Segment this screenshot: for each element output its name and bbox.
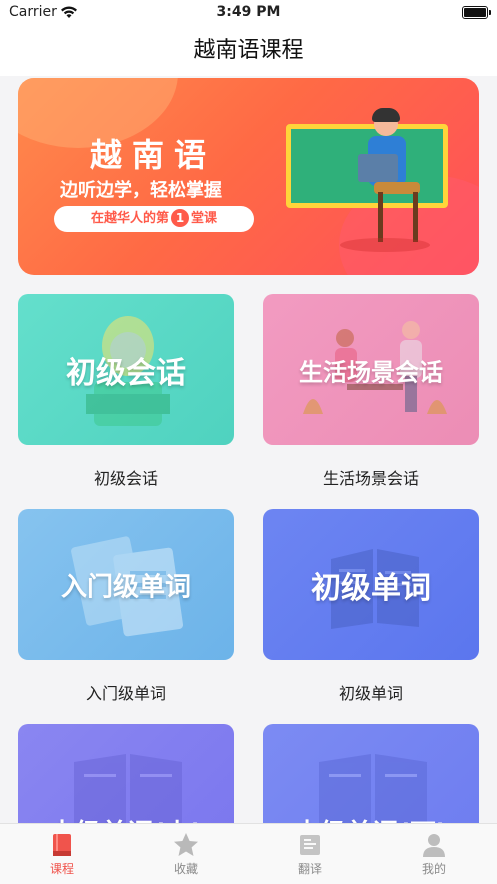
tab-courses[interactable]: 课程 (0, 824, 124, 884)
clock: 3:49 PM (216, 4, 281, 20)
tab-profile[interactable]: 我的 (372, 824, 496, 884)
laptop-illustration (358, 154, 398, 182)
tab-favorites[interactable]: 收藏 (124, 824, 248, 884)
navigation-bar: 越南语课程 (0, 26, 497, 76)
status-bar: Carrier 3:49 PM (0, 0, 497, 26)
person-icon (423, 834, 445, 857)
course-card-title: 生活场景会话 (299, 358, 443, 386)
course-card-daily-scenes[interactable]: 生活场景会话 (263, 294, 479, 445)
open-book-icon (74, 754, 182, 823)
floor-shadow (340, 238, 430, 252)
tab-label: 我的 (421, 862, 446, 876)
course-list[interactable]: 越南语 边听边学，轻松掌握 在越华人的第 1 堂课 初级会话 初级会话 生活场景… (0, 76, 497, 823)
tagline-prefix: 在越华人的第 (90, 211, 169, 226)
course-card-title: 中级单词(上) (18, 813, 234, 823)
course-label[interactable]: 初级单词 (263, 680, 479, 704)
course-card-title: 初级单词 (311, 570, 431, 606)
course-label[interactable]: 生活场景会话 (263, 465, 479, 489)
course-label[interactable]: 入门级单词 (18, 680, 234, 704)
tab-label: 课程 (49, 862, 74, 876)
tagline-number: 1 (171, 209, 189, 227)
course-label[interactable]: 初级会话 (18, 465, 234, 489)
translate-icon (300, 835, 320, 855)
course-card-intermediate-vocabulary-2[interactable]: 中级单词(下) (263, 724, 479, 823)
tab-label: 翻译 (297, 862, 322, 876)
course-card-title: 入门级单词 (60, 572, 191, 602)
tab-translate[interactable]: 翻译 (248, 824, 372, 884)
banner-subtitle: 边听边学，轻松掌握 (60, 180, 222, 201)
course-card-intro-vocabulary[interactable]: 入门级单词 (18, 509, 234, 660)
tab-bar: 课程 收藏 翻译 我的 (0, 823, 497, 884)
open-book-icon (319, 754, 427, 823)
banner-tagline: 在越华人的第 1 堂课 (54, 206, 254, 232)
tab-label: 收藏 (173, 862, 198, 876)
teacher-hair (372, 108, 400, 122)
course-card-basic-vocabulary[interactable]: 初级单词 (263, 509, 479, 660)
book-icon (53, 834, 71, 856)
chair-illustration (378, 192, 418, 242)
battery-icon (462, 6, 491, 19)
course-card-basic-conversation[interactable]: 初级会话 (18, 294, 234, 445)
course-card-title: 中级单词(下) (263, 813, 479, 823)
banner-title: 越南语 (90, 136, 217, 174)
page-title: 越南语课程 (193, 38, 304, 63)
promo-banner[interactable]: 越南语 边听边学，轻松掌握 在越华人的第 1 堂课 (18, 78, 479, 275)
tagline-suffix: 堂课 (191, 211, 218, 226)
course-card-title: 初级会话 (66, 355, 186, 391)
course-card-intermediate-vocabulary-1[interactable]: 中级单词(上) (18, 724, 234, 823)
star-icon (174, 833, 198, 856)
